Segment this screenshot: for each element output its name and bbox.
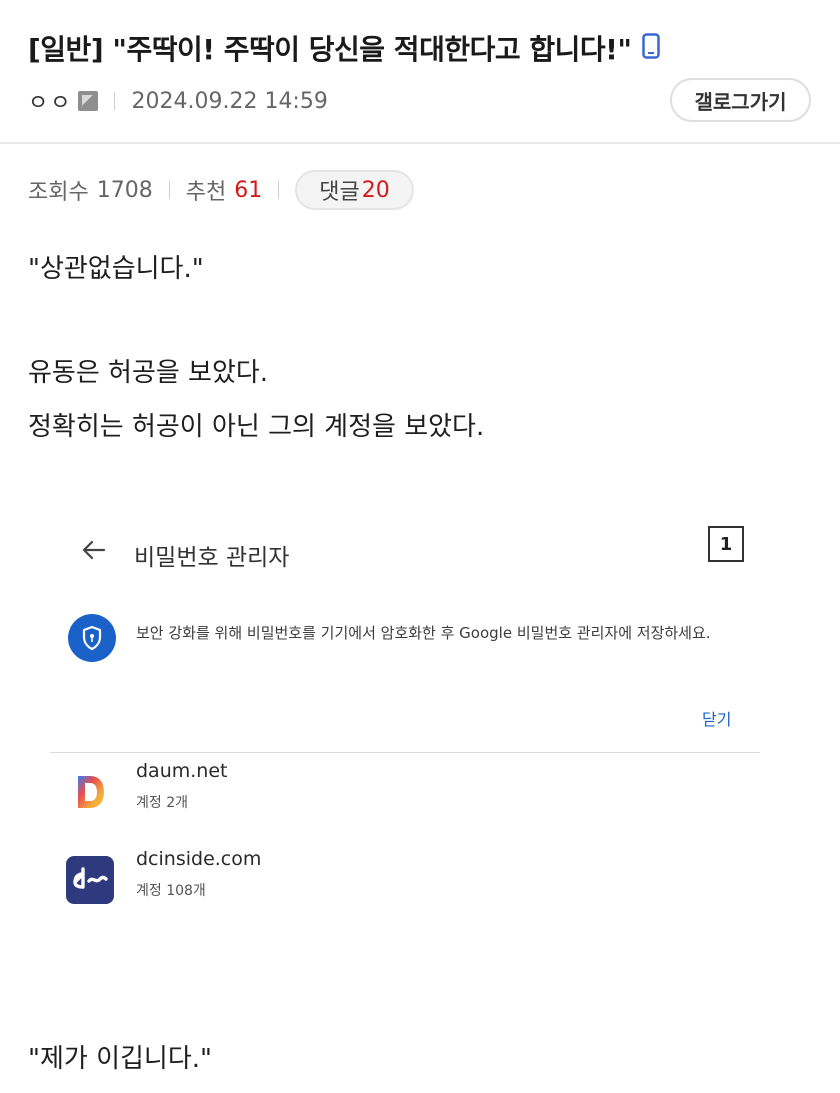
close-notice-link: 닫기 bbox=[702, 710, 732, 729]
embedded-screenshot: 비밀번호 관리자 1 보안 강화를 위해 비밀번호를 기기에서 암호화한 후 G… bbox=[50, 510, 790, 930]
comments-label: 댓글 bbox=[319, 180, 360, 205]
divider bbox=[50, 752, 760, 753]
views-count: 1708 bbox=[96, 177, 153, 203]
body-text-line: "상관없습니다." bbox=[28, 254, 204, 284]
daum-logo-icon bbox=[66, 768, 114, 816]
site-name: dcinside.com bbox=[136, 848, 262, 870]
shield-icon bbox=[68, 614, 116, 662]
comments-count: 20 bbox=[361, 177, 390, 203]
divider bbox=[278, 181, 280, 199]
body-text-line: 정확히는 허공이 아닌 그의 계정을 보았다. bbox=[28, 412, 485, 442]
mobile-icon bbox=[641, 32, 660, 66]
back-arrow-icon bbox=[82, 540, 106, 564]
divider bbox=[114, 92, 116, 110]
password-manager-title: 비밀번호 관리자 bbox=[134, 545, 290, 571]
tab-count-badge: 1 bbox=[708, 526, 744, 562]
fixed-nick-icon bbox=[78, 91, 99, 111]
site-account-count: 계정 2개 bbox=[136, 795, 188, 811]
recommend-count: 61 bbox=[234, 177, 263, 203]
body-text-line: "제가 이깁니다." bbox=[28, 1044, 212, 1074]
divider bbox=[168, 181, 170, 199]
gallog-button[interactable]: 갤로그가기 bbox=[670, 78, 811, 122]
body-text-line: 유동은 허공을 보았다. bbox=[28, 358, 269, 388]
comments-button[interactable]: 댓글 20 bbox=[295, 170, 414, 210]
dcinside-logo-icon bbox=[66, 856, 114, 904]
recommend-label: 추천 bbox=[185, 180, 227, 205]
site-account-count: 계정 108개 bbox=[136, 883, 206, 899]
site-name: daum.net bbox=[136, 760, 228, 782]
post-stats: 조회수 1708 추천 61 댓글 20 bbox=[28, 170, 414, 210]
encryption-notice: 보안 강화를 위해 비밀번호를 기기에서 암호화한 후 Google 비밀번호 … bbox=[136, 624, 711, 642]
post-datetime: 2024.09.22 14:59 bbox=[131, 88, 328, 114]
post-title-row: [일반] "주딱이! 주딱이 당신을 적대한다고 합니다!" bbox=[28, 28, 660, 68]
saved-site-item: daum.net 계정 2개 bbox=[66, 760, 666, 820]
views-label: 조회수 bbox=[28, 180, 89, 205]
post-title: [일반] "주딱이! 주딱이 당신을 적대한다고 합니다!" bbox=[28, 33, 632, 66]
post-header: [일반] "주딱이! 주딱이 당신을 적대한다고 합니다!" ㅇㅇ 2024.0… bbox=[0, 0, 840, 144]
saved-site-item: dcinside.com 계정 108개 bbox=[66, 848, 666, 908]
author-row: ㅇㅇ 2024.09.22 14:59 bbox=[28, 84, 328, 118]
author-name[interactable]: ㅇㅇ bbox=[28, 85, 72, 117]
